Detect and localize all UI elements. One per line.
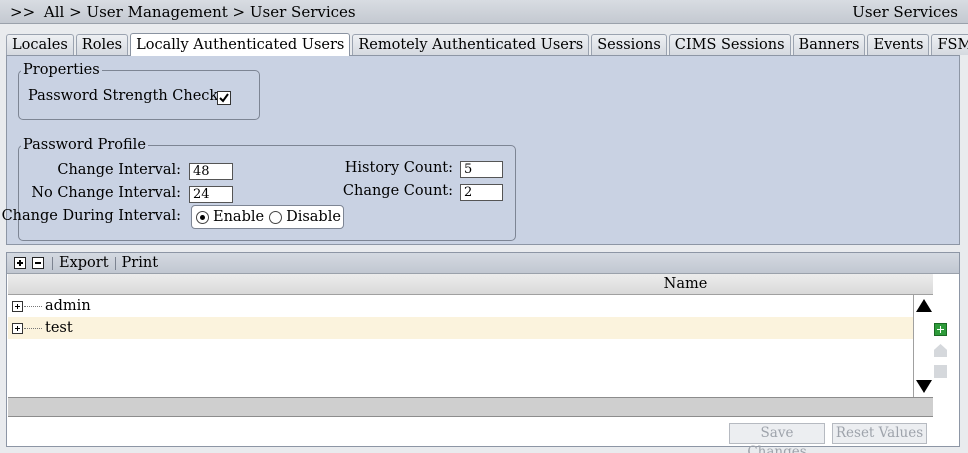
enable-radio-option[interactable]: Enable [196, 209, 264, 225]
password-profile-group: Password Profile Change Interval: No Cha… [2, 137, 516, 241]
table-toolbar: Export Print [7, 253, 959, 274]
scroll-down-arrow-icon[interactable] [916, 380, 932, 393]
change-interval-label: Change Interval: [57, 162, 181, 178]
tab-locally-authenticated-users[interactable]: Locally Authenticated Users [130, 33, 351, 56]
no-change-interval-label: No Change Interval: [31, 185, 181, 201]
users-grid: Name admin test [8, 274, 933, 447]
change-count-label: Change Count: [342, 183, 453, 199]
grid-body: admin test [8, 295, 913, 397]
user-name-cell: test [45, 320, 73, 336]
enable-label: Enable [213, 209, 265, 225]
export-button[interactable]: Export [59, 255, 109, 271]
user-name-cell: admin [45, 298, 91, 314]
print-button[interactable]: Print [122, 255, 159, 271]
toolbar-separator [114, 256, 116, 270]
expand-icon[interactable] [12, 322, 23, 334]
change-during-interval-radio-group: Enable Disable [191, 205, 344, 229]
tab-events[interactable]: Events [867, 34, 930, 55]
properties-group: Properties Password Strength Check: [18, 62, 260, 120]
add-icon[interactable] [14, 257, 26, 269]
breadcrumb: >> All > User Management > User Services [10, 3, 852, 21]
change-during-interval-label: Change During Interval: [1, 208, 181, 224]
toolbar-separator [52, 256, 53, 270]
tab-banners[interactable]: Banners [792, 34, 866, 55]
breadcrumb-path[interactable]: All > User Management > User Services [44, 3, 356, 21]
change-interval-input[interactable] [189, 163, 233, 180]
reset-values-button[interactable]: Reset Values [832, 423, 927, 444]
tab-sessions[interactable]: Sessions [591, 34, 667, 55]
password-strength-label: Password Strength Check: [28, 88, 224, 104]
properties-panel: Properties Password Strength Check: Pass… [2, 55, 960, 245]
title-bar: >> All > User Management > User Services… [0, 0, 968, 24]
properties-legend: Properties [23, 62, 100, 78]
tab-roles[interactable]: Roles [75, 34, 129, 55]
tab-cims-sessions[interactable]: CIMS Sessions [668, 34, 791, 55]
no-change-interval-input[interactable] [189, 186, 233, 203]
tab-fsm[interactable]: FSM [931, 34, 968, 55]
page-title: User Services [852, 2, 958, 21]
tree-connector [24, 327, 42, 329]
expand-icon[interactable] [12, 300, 23, 312]
save-changes-button[interactable]: Save Changes [729, 423, 825, 453]
expand-nav-icon[interactable]: >> [10, 3, 35, 21]
disable-radio-option[interactable]: Disable [269, 209, 341, 225]
tab-bar: Locales Roles Locally Authenticated User… [6, 33, 968, 56]
check-icon [219, 93, 229, 103]
move-up-icon[interactable] [934, 344, 947, 357]
scroll-up-arrow-icon[interactable] [916, 299, 932, 312]
delete-icon[interactable] [934, 365, 947, 378]
column-header-name[interactable]: Name [8, 274, 933, 295]
users-table-panel: Export Print Name admin test [6, 252, 960, 447]
change-count-input[interactable] [460, 184, 503, 201]
grid-footer [8, 397, 933, 417]
add-row-icon[interactable] [934, 323, 947, 336]
side-actions [934, 323, 950, 378]
disable-radio[interactable] [269, 210, 283, 224]
table-row[interactable]: test [8, 317, 913, 339]
password-profile-legend: Password Profile [23, 137, 146, 153]
tab-locales[interactable]: Locales [6, 34, 74, 55]
tree-connector [24, 305, 42, 307]
history-count-label: History Count: [344, 160, 453, 176]
vertical-scrollbar[interactable] [913, 295, 933, 397]
enable-radio[interactable] [196, 210, 209, 224]
disable-label: Disable [286, 209, 341, 225]
password-strength-checkbox[interactable] [217, 91, 231, 105]
table-row[interactable]: admin [8, 295, 913, 317]
remove-icon[interactable] [32, 257, 44, 269]
tab-remotely-authenticated-users[interactable]: Remotely Authenticated Users [352, 34, 590, 55]
history-count-input[interactable] [460, 161, 503, 178]
